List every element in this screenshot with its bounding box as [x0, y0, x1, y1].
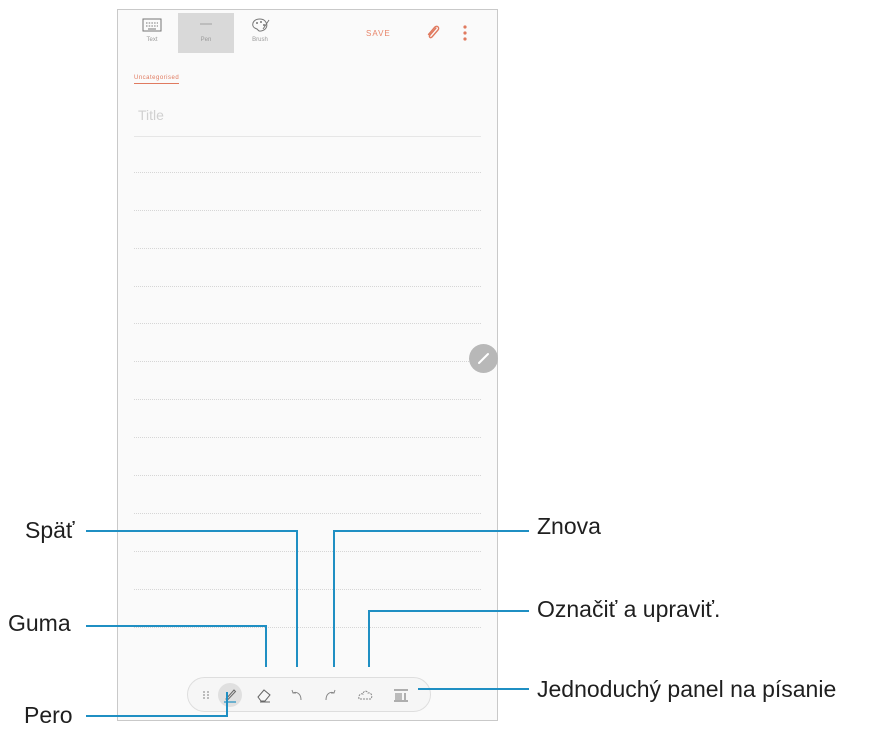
callout-line-pen — [86, 692, 228, 717]
callout-line-select — [368, 610, 529, 667]
callout-undo: Späť — [25, 517, 75, 543]
callout-eraser: Guma — [8, 610, 71, 636]
callout-line-redo — [333, 530, 529, 667]
callout-line-eraser — [86, 625, 267, 667]
callout-pen: Pero — [24, 702, 73, 728]
callout-writing-pad: Jednoduchý panel na písanie — [537, 676, 837, 702]
callout-redo: Znova — [537, 513, 601, 539]
callout-lines — [86, 530, 529, 717]
callout-select: Označiť a upraviť. — [537, 596, 721, 622]
